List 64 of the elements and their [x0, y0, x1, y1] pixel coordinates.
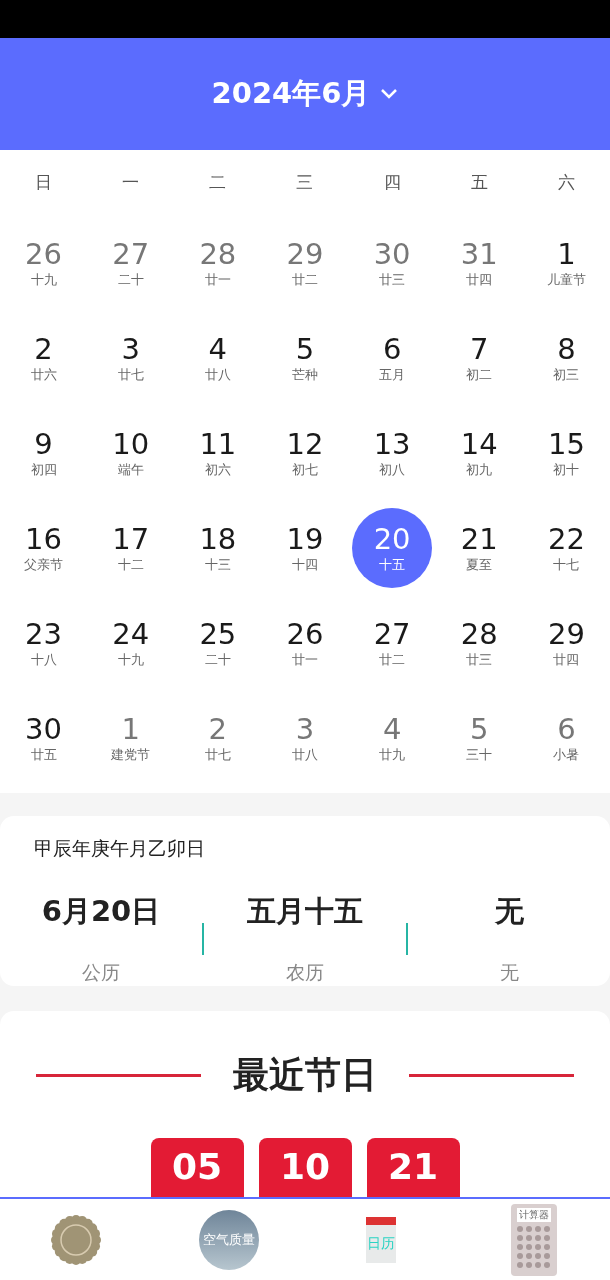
ganzhi-date: 甲辰年庚午月乙卯日 — [34, 836, 206, 861]
day-cell[interactable]: 1 儿童节 — [526, 222, 607, 303]
day-cell[interactable]: 6 五月 — [352, 317, 433, 398]
countdown-digit: 10 — [258, 1138, 352, 1197]
day-cell[interactable]: 27 二十 — [90, 222, 171, 303]
day-cell[interactable]: 16 父亲节 — [3, 507, 84, 588]
day-cell[interactable]: 19 十四 — [265, 507, 345, 588]
weekday-label: 日 — [34, 171, 54, 194]
day-cell[interactable]: 29 廿二 — [265, 222, 345, 303]
weekday-label: 三 — [295, 171, 315, 194]
seal-icon[interactable] — [50, 1213, 103, 1266]
day-cell[interactable]: 4 廿九 — [352, 697, 433, 778]
date-label: 无 — [499, 960, 519, 985]
day-cell[interactable]: 23 十八 — [3, 602, 84, 683]
date-label: 农历 — [286, 960, 324, 985]
day-cell[interactable]: 8 初三 — [526, 317, 607, 398]
day-cell[interactable]: 26 廿一 — [265, 602, 345, 683]
day-cell[interactable]: 25 二十 — [177, 602, 258, 683]
countdown-digit: 21 — [366, 1138, 460, 1197]
month-title[interactable]: 2024年6月 — [211, 74, 371, 114]
day-cell[interactable]: 5 三十 — [439, 697, 520, 778]
day-cell[interactable]: 20 十五 — [352, 507, 433, 588]
day-cell[interactable]: 7 初二 — [439, 317, 520, 398]
day-cell[interactable]: 15 初十 — [526, 412, 607, 493]
section-title: 最近节日 — [233, 1053, 377, 1097]
day-cell[interactable]: 14 初九 — [439, 412, 520, 493]
day-cell[interactable]: 2 廿七 — [177, 697, 258, 778]
weekday-label: 一 — [121, 171, 141, 194]
day-cell[interactable]: 30 廿五 — [3, 697, 84, 778]
day-cell[interactable]: 26 十九 — [3, 222, 84, 303]
day-cell[interactable]: 28 廿三 — [439, 602, 520, 683]
day-cell[interactable]: 30 廿三 — [352, 222, 433, 303]
weekday-label: 四 — [382, 171, 402, 194]
day-cell[interactable]: 17 十二 — [90, 507, 171, 588]
date-label: 公历 — [82, 960, 120, 985]
day-cell[interactable]: 21 夏至 — [439, 507, 520, 588]
day-cell[interactable]: 12 初七 — [265, 412, 345, 493]
day-cell[interactable]: 18 十三 — [177, 507, 258, 588]
day-cell[interactable]: 5 芒种 — [265, 317, 345, 398]
day-cell[interactable]: 28 廿一 — [177, 222, 258, 303]
day-cell[interactable]: 9 初四 — [3, 412, 84, 493]
calculator-icon[interactable]: 计算器 — [510, 1203, 557, 1276]
date-value: 五月十五 — [247, 893, 363, 930]
day-cell[interactable]: 10 端午 — [90, 412, 171, 493]
day-cell[interactable]: 2 廿六 — [3, 317, 84, 398]
countdown-digit: 05 — [150, 1138, 244, 1197]
day-cell[interactable]: 3 廿八 — [265, 697, 345, 778]
day-cell[interactable]: 27 廿二 — [352, 602, 433, 683]
day-cell[interactable]: 29 廿四 — [526, 602, 607, 683]
day-cell[interactable]: 4 廿八 — [177, 317, 258, 398]
day-cell[interactable]: 1 建党节 — [90, 697, 171, 778]
day-cell[interactable]: 13 初八 — [352, 412, 433, 493]
day-cell[interactable]: 22 十七 — [526, 507, 607, 588]
day-cell[interactable]: 3 廿七 — [90, 317, 171, 398]
chevron-down-icon[interactable] — [380, 88, 399, 100]
weekday-label: 二 — [208, 171, 228, 194]
day-cell[interactable]: 31 廿四 — [439, 222, 520, 303]
day-cell[interactable]: 24 十九 — [90, 602, 171, 683]
weekday-label: 六 — [556, 171, 576, 194]
day-cell[interactable]: 6 小暑 — [526, 697, 607, 778]
day-cell[interactable]: 11 初六 — [177, 412, 258, 493]
date-value: 无 — [494, 893, 524, 930]
date-value: 6月20日 — [41, 893, 161, 930]
weekday-label: 五 — [469, 171, 489, 194]
